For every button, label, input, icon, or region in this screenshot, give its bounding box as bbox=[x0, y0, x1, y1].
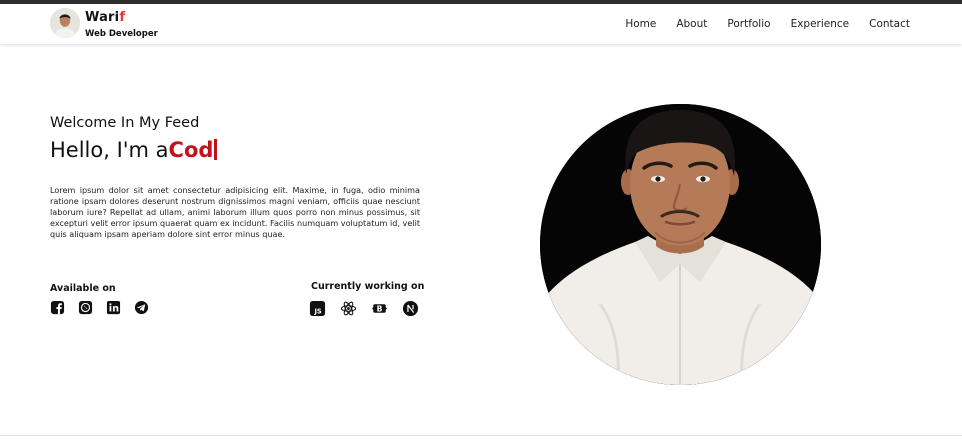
brand-subtitle: Web Developer bbox=[85, 29, 158, 39]
main-nav: Home About Portfolio Experience Contact bbox=[625, 18, 910, 30]
typing-caret bbox=[214, 139, 218, 160]
welcome-heading: Welcome In My Feed bbox=[50, 115, 200, 131]
available-on-title: Available on bbox=[50, 283, 116, 294]
javascript-icon[interactable]: JS bbox=[309, 300, 326, 317]
telegram-icon[interactable] bbox=[134, 300, 149, 315]
nav-contact[interactable]: Contact bbox=[869, 18, 910, 30]
profile-photo bbox=[540, 104, 821, 385]
react-icon[interactable] bbox=[340, 300, 357, 317]
bootstrap-icon[interactable]: B bbox=[371, 300, 388, 317]
tech-icons: JS B bbox=[309, 300, 419, 317]
svg-text:B: B bbox=[377, 305, 383, 314]
svg-text:JS: JS bbox=[313, 307, 321, 315]
nav-experience[interactable]: Experience bbox=[791, 18, 850, 30]
nav-portfolio[interactable]: Portfolio bbox=[727, 18, 770, 30]
brand-name[interactable]: Warif bbox=[85, 10, 125, 25]
working-on-title: Currently working on bbox=[311, 281, 425, 292]
brand-avatar[interactable] bbox=[50, 8, 80, 38]
brand-name-accent: f bbox=[119, 10, 126, 25]
section-divider bbox=[0, 435, 962, 436]
hello-prefix: Hello, I'm a bbox=[50, 138, 169, 162]
social-icons bbox=[50, 300, 149, 315]
linkedin-icon[interactable] bbox=[106, 300, 121, 315]
nextjs-icon[interactable] bbox=[402, 300, 419, 317]
facebook-icon[interactable] bbox=[50, 300, 65, 315]
typed-role-text: Cod bbox=[168, 138, 214, 162]
brand-name-main: Wari bbox=[85, 10, 120, 25]
whatsapp-icon[interactable] bbox=[78, 300, 93, 315]
nav-about[interactable]: About bbox=[676, 18, 707, 30]
nav-home[interactable]: Home bbox=[625, 18, 656, 30]
bio-paragraph: Lorem ipsum dolor sit amet consectetur a… bbox=[50, 185, 420, 239]
navbar: Warif Web Developer Home About Portfolio… bbox=[0, 4, 962, 44]
hello-heading: Hello, I'm aCod bbox=[50, 138, 218, 162]
